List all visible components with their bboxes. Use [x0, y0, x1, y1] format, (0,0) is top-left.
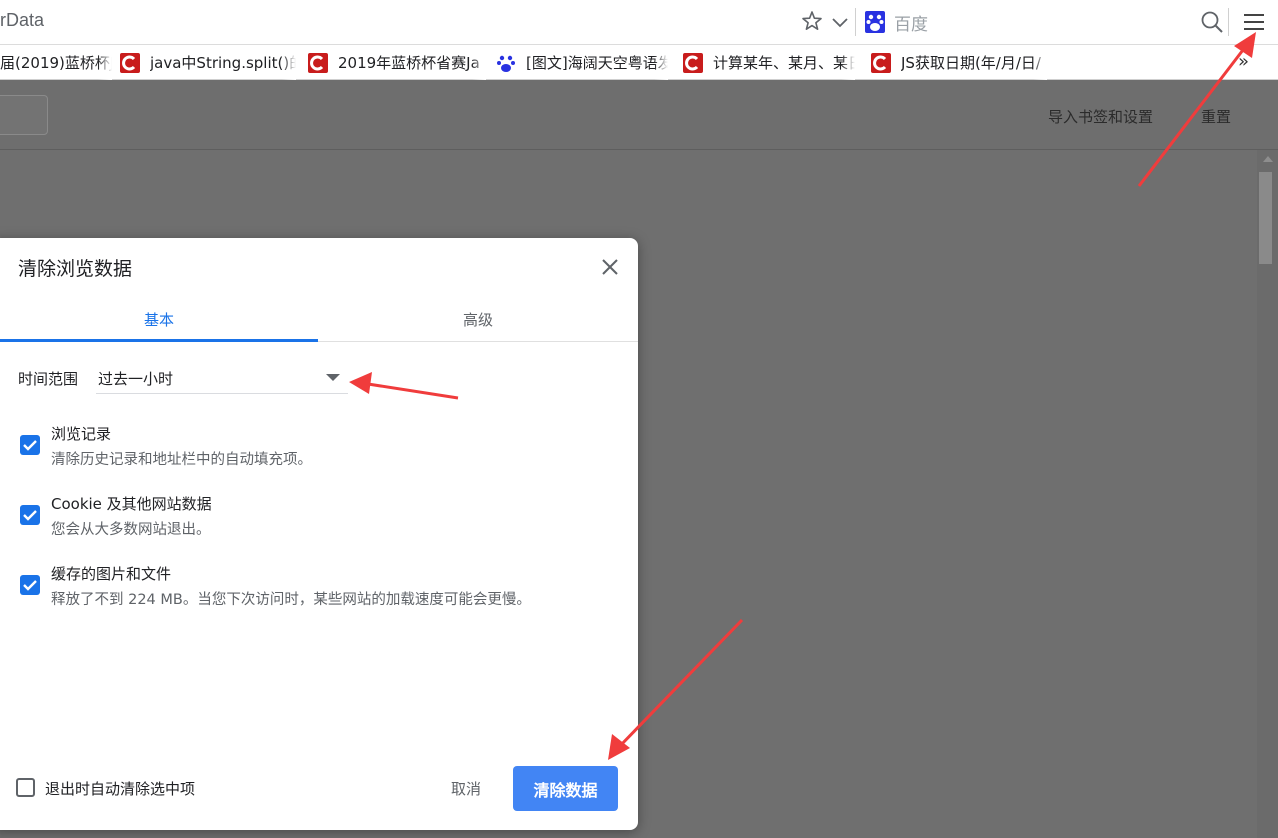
bookmark-label: java中String.split()的 [150, 54, 296, 72]
separator [1228, 8, 1229, 36]
bookmark-label: 届(2019)蓝桥杯J [0, 54, 112, 72]
fade [472, 45, 486, 80]
option-title: 浏览记录 [51, 425, 112, 443]
close-icon[interactable] [598, 255, 622, 279]
active-tab-indicator [0, 339, 318, 342]
cache-checkbox[interactable] [20, 575, 40, 595]
csdn-icon [871, 52, 891, 73]
baidu-paw-icon[interactable] [864, 10, 886, 34]
bookmark-item[interactable]: 2019年蓝桥杯省赛Ja [308, 45, 486, 80]
time-range-select[interactable]: 过去一小时 [96, 360, 348, 394]
tab-basic[interactable]: 基本 [0, 296, 318, 342]
cookies-checkbox[interactable] [20, 505, 40, 525]
search-icon[interactable] [1199, 9, 1225, 35]
bookmark-item[interactable]: [图文]海阔天空粤语发 [496, 45, 668, 80]
baidu-paw-icon [497, 55, 515, 72]
fade [1033, 45, 1047, 80]
import-bookmarks-link[interactable]: 导入书签和设置 [1048, 106, 1153, 127]
option-description: 您会从大多数网站退出。 [51, 522, 211, 538]
url-text[interactable]: rData [0, 10, 44, 31]
chevron-down-icon[interactable] [830, 10, 850, 34]
option-description: 清除历史记录和地址栏中的自动填充项。 [51, 452, 312, 468]
scroll-up-arrow[interactable] [1263, 156, 1273, 162]
checkmark-icon [23, 580, 37, 591]
menu-icon[interactable] [1241, 9, 1267, 35]
settings-search-input[interactable] [0, 95, 48, 135]
tab-advanced[interactable]: 高级 [318, 296, 638, 342]
separator [855, 8, 856, 36]
star-icon[interactable] [800, 8, 824, 34]
fade [282, 45, 296, 80]
cancel-button[interactable]: 取消 [430, 768, 502, 808]
csdn-icon [308, 52, 328, 73]
clear-data-button[interactable]: 清除数据 [513, 766, 618, 811]
auto-clear-checkbox[interactable] [16, 778, 35, 797]
scroll-thumb[interactable] [1259, 172, 1272, 264]
dropdown-arrow-icon [326, 374, 340, 381]
time-range-value: 过去一小时 [98, 370, 174, 388]
bookmarks-overflow-button[interactable]: » [1238, 51, 1249, 72]
bookmark-item[interactable]: 届(2019)蓝桥杯J [0, 45, 112, 80]
browsing-history-checkbox[interactable] [20, 435, 40, 455]
fade [841, 45, 855, 80]
bookmark-label: [图文]海阔天空粤语发 [526, 54, 668, 72]
reset-link[interactable]: 重置 [1201, 106, 1231, 127]
option-cache: 缓存的图片和文件 释放了不到 224 MB。当您下次访问时，某些网站的加载速度可… [20, 563, 620, 613]
address-bar: rData 百度 [0, 0, 1278, 45]
scrollbar[interactable] [1257, 150, 1278, 838]
bookmark-item[interactable]: 计算某年、某月、某日 [683, 45, 855, 80]
option-title: 缓存的图片和文件 [51, 565, 172, 583]
option-cookies: Cookie 及其他网站数据 您会从大多数网站退出。 [20, 493, 620, 543]
checkmark-icon [23, 510, 37, 521]
option-browsing-history: 浏览记录 清除历史记录和地址栏中的自动填充项。 [20, 423, 620, 473]
bookmark-label: JS获取日期(年/月/日/ [901, 54, 1041, 72]
bookmark-item[interactable]: java中String.split()的 [120, 45, 296, 80]
option-description: 释放了不到 224 MB。当您下次访问时，某些网站的加载速度可能会更慢。 [51, 592, 531, 608]
option-title: Cookie 及其他网站数据 [51, 495, 212, 513]
csdn-icon [120, 52, 140, 73]
time-range-label: 时间范围 [18, 370, 79, 388]
bookmark-label: 2019年蓝桥杯省赛Ja [338, 54, 480, 72]
search-engine-name[interactable]: 百度 [894, 10, 928, 35]
fade [98, 45, 112, 80]
fade [654, 45, 668, 80]
clear-browsing-data-dialog: 清除浏览数据 基本 高级 时间范围 过去一小时 浏览记录 清除历史记录和地址栏中… [0, 238, 638, 830]
dialog-title: 清除浏览数据 [18, 258, 133, 280]
settings-header: 导入书签和设置 重置 [0, 80, 1278, 150]
checkmark-icon [23, 440, 37, 451]
bookmark-label: 计算某年、某月、某日 [713, 54, 855, 72]
csdn-icon [683, 52, 703, 73]
auto-clear-label: 退出时自动清除选中项 [45, 780, 196, 798]
bookmark-item[interactable]: JS获取日期(年/月/日/ [871, 45, 1047, 80]
dialog-tabs: 基本 高级 [0, 296, 638, 342]
bookmarks-bar: 届(2019)蓝桥杯J java中String.split()的 2019年蓝桥… [0, 45, 1278, 80]
